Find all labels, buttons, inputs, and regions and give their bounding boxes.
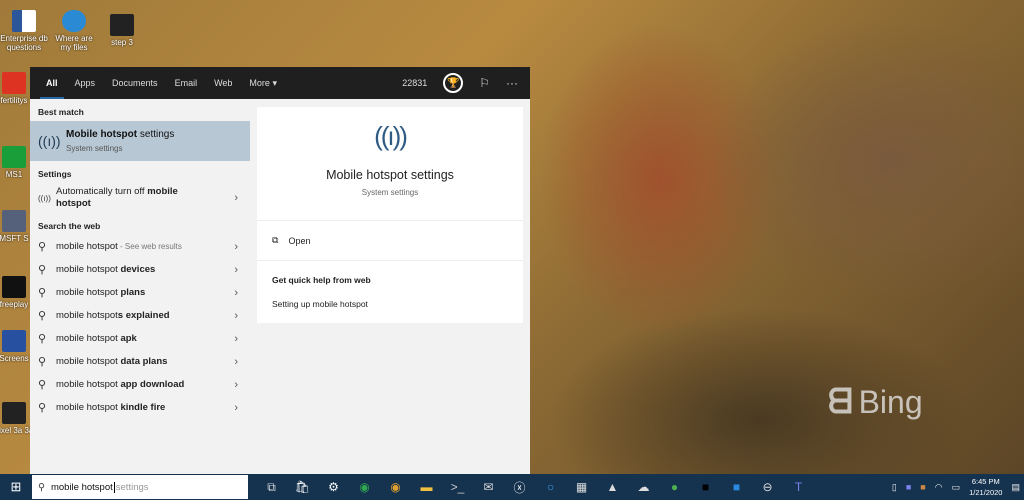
- tab-apps[interactable]: Apps: [75, 67, 96, 99]
- image-icon: [2, 402, 26, 424]
- battery-icon[interactable]: ▭: [952, 482, 961, 493]
- chevron-right-icon: ›: [234, 263, 238, 276]
- search-panel: All Apps Documents Email Web More ▾ 2283…: [30, 67, 530, 474]
- desktop-icon-word[interactable]: Enterprise db questions: [0, 10, 48, 52]
- start-button[interactable]: ⊞: [0, 474, 32, 500]
- preview-title: Mobile hotspot settings: [326, 168, 454, 182]
- help-header: Get quick help from web: [272, 275, 371, 285]
- calculator-taskbar-icon[interactable]: ▦: [566, 474, 597, 500]
- chevron-right-icon: ›: [234, 309, 238, 322]
- taskbar-search-input[interactable]: ⚲ mobile hotspot settings: [32, 475, 248, 499]
- system-tray: ▯ ■ ■ ◠ ▭ 6:45 PM 1/21/2020 ▤: [892, 474, 1020, 500]
- bing-logo-icon: ᗺ: [828, 383, 853, 421]
- tab-more[interactable]: More ▾: [249, 67, 277, 99]
- search-tabs: All Apps Documents Email Web More ▾ 2283…: [30, 67, 530, 99]
- image-icon: [2, 330, 26, 352]
- blue-app-taskbar-icon[interactable]: ■: [721, 474, 752, 500]
- task-view-taskbar-icon[interactable]: ⧉: [256, 474, 287, 500]
- search-icon: ⚲: [38, 333, 47, 345]
- chevron-down-icon: ▾: [272, 77, 277, 88]
- hotspot-large-icon: ((ı)): [374, 121, 408, 151]
- usb-icon[interactable]: ▯: [892, 482, 897, 493]
- edge-canary-taskbar-icon[interactable]: ◉: [380, 474, 411, 500]
- settings-taskbar-icon[interactable]: ⚙: [318, 474, 349, 500]
- onedrive-3-taskbar-icon[interactable]: ☁: [628, 474, 659, 500]
- chevron-right-icon: ›: [234, 355, 238, 368]
- web-header: Search the web: [38, 221, 101, 231]
- tab-email[interactable]: Email: [175, 67, 198, 99]
- store-taskbar-icon[interactable]: 🛍: [287, 474, 318, 500]
- results-list: Best match ((ı)) Mobile hotspot settings…: [30, 99, 250, 474]
- web-result-item[interactable]: ⚲ mobile hotspot devices ›: [30, 258, 250, 281]
- chevron-right-icon: ›: [234, 378, 238, 391]
- desktop-icon-onedrive[interactable]: Where are my files: [50, 10, 98, 52]
- chevron-right-icon: ›: [234, 286, 238, 299]
- settings-header: Settings: [38, 169, 72, 179]
- open-icon: ⧉: [272, 235, 279, 245]
- green-app-taskbar-icon[interactable]: ●: [659, 474, 690, 500]
- hotspot-icon: ((ı)): [38, 133, 61, 149]
- web-result-item[interactable]: ⚲ mobile hotspot plans ›: [30, 281, 250, 304]
- bing-watermark: ᗺ Bing: [828, 383, 923, 421]
- search-icon: ⚲: [38, 241, 47, 253]
- edge-dev-taskbar-icon[interactable]: ◉: [349, 474, 380, 500]
- search-icon: ⚲: [38, 356, 47, 368]
- feedback-icon[interactable]: ⚐: [479, 76, 490, 90]
- hotspot-icon: ((ı)): [38, 193, 51, 203]
- tab-web[interactable]: Web: [214, 67, 232, 99]
- circle-app-taskbar-icon[interactable]: ⊖: [752, 474, 783, 500]
- search-icon: ⚲: [38, 310, 47, 322]
- chevron-right-icon: ›: [234, 332, 238, 345]
- xbox-taskbar-icon[interactable]: ⓧ: [504, 474, 535, 500]
- search-icon: ⚲: [38, 264, 47, 276]
- desktop-icon-step3[interactable]: step 3: [98, 14, 146, 47]
- black-app-taskbar-icon[interactable]: ■: [690, 474, 721, 500]
- help-link[interactable]: Setting up mobile hotspot: [272, 299, 508, 309]
- app-icon: [2, 146, 26, 168]
- trophy-icon[interactable]: 🏆: [443, 73, 464, 93]
- web-result-item[interactable]: ⚲ mobile hotspot - See web results ›: [30, 235, 250, 258]
- web-result-item[interactable]: ⚲ mobile hotspot apk ›: [30, 327, 250, 350]
- preview-pane: ((ı)) Mobile hotspot settings System set…: [257, 107, 523, 323]
- windows-icon: ⊞: [10, 479, 22, 494]
- teams-tray-icon[interactable]: ■: [906, 482, 911, 492]
- image-icon: [2, 276, 26, 298]
- chevron-right-icon: ›: [234, 401, 238, 414]
- file-explorer-taskbar-icon[interactable]: ▬: [411, 474, 442, 500]
- wifi-icon[interactable]: ◠: [935, 482, 943, 493]
- web-result-item[interactable]: ⚲ mobile hotspot data plans ›: [30, 350, 250, 373]
- onedrive-icon: [62, 10, 86, 32]
- search-icon: ⚲: [38, 379, 47, 391]
- web-result-item[interactable]: ⚲ mobile hotspot kindle fire ›: [30, 396, 250, 419]
- settings-item[interactable]: ((ı)) Automatically turn off mobile hots…: [30, 183, 250, 213]
- rewards-points: 22831: [402, 78, 428, 88]
- teams-taskbar-icon[interactable]: T: [783, 474, 814, 500]
- web-result-item[interactable]: ⚲ mobile hotspot app download ›: [30, 373, 250, 396]
- web-result-item[interactable]: ⚲ mobile hotspots explained ›: [30, 304, 250, 327]
- search-icon: ⚲: [38, 287, 47, 299]
- tab-documents[interactable]: Documents: [112, 67, 158, 99]
- mail-99+-taskbar-icon[interactable]: ✉: [473, 474, 504, 500]
- preview-subtitle: System settings: [361, 188, 419, 197]
- word-doc-icon: [12, 10, 36, 32]
- notifications-icon[interactable]: ▤: [1011, 482, 1020, 493]
- image-icon: [2, 210, 26, 232]
- terminal-taskbar-icon[interactable]: >_: [442, 474, 473, 500]
- best-match-header: Best match: [38, 107, 84, 117]
- clock[interactable]: 6:45 PM 1/21/2020: [969, 476, 1002, 498]
- cortana-taskbar-icon[interactable]: ○: [535, 474, 566, 500]
- best-match-item[interactable]: ((ı)) Mobile hotspot settings System set…: [30, 121, 250, 161]
- screenshot-icon: [110, 14, 134, 36]
- taskbar: ⊞ ⚲ mobile hotspot settings ⧉ 🛍 ⚙ ◉ ◉ ▬ >_ ✉ ⓧ ○ ▦ ▲…: [0, 474, 1024, 500]
- pdf-icon: [2, 72, 26, 94]
- tab-all[interactable]: All: [40, 67, 63, 99]
- search-icon: ⚲: [38, 481, 45, 493]
- app-tray-icon[interactable]: ■: [920, 482, 925, 492]
- search-icon: ⚲: [38, 402, 47, 414]
- chevron-right-icon: ›: [234, 192, 238, 204]
- open-button[interactable]: ⧉ Open: [257, 221, 523, 261]
- photos-taskbar-icon[interactable]: ▲: [597, 474, 628, 500]
- chevron-right-icon: ›: [234, 240, 238, 253]
- more-options-icon[interactable]: ···: [506, 76, 518, 90]
